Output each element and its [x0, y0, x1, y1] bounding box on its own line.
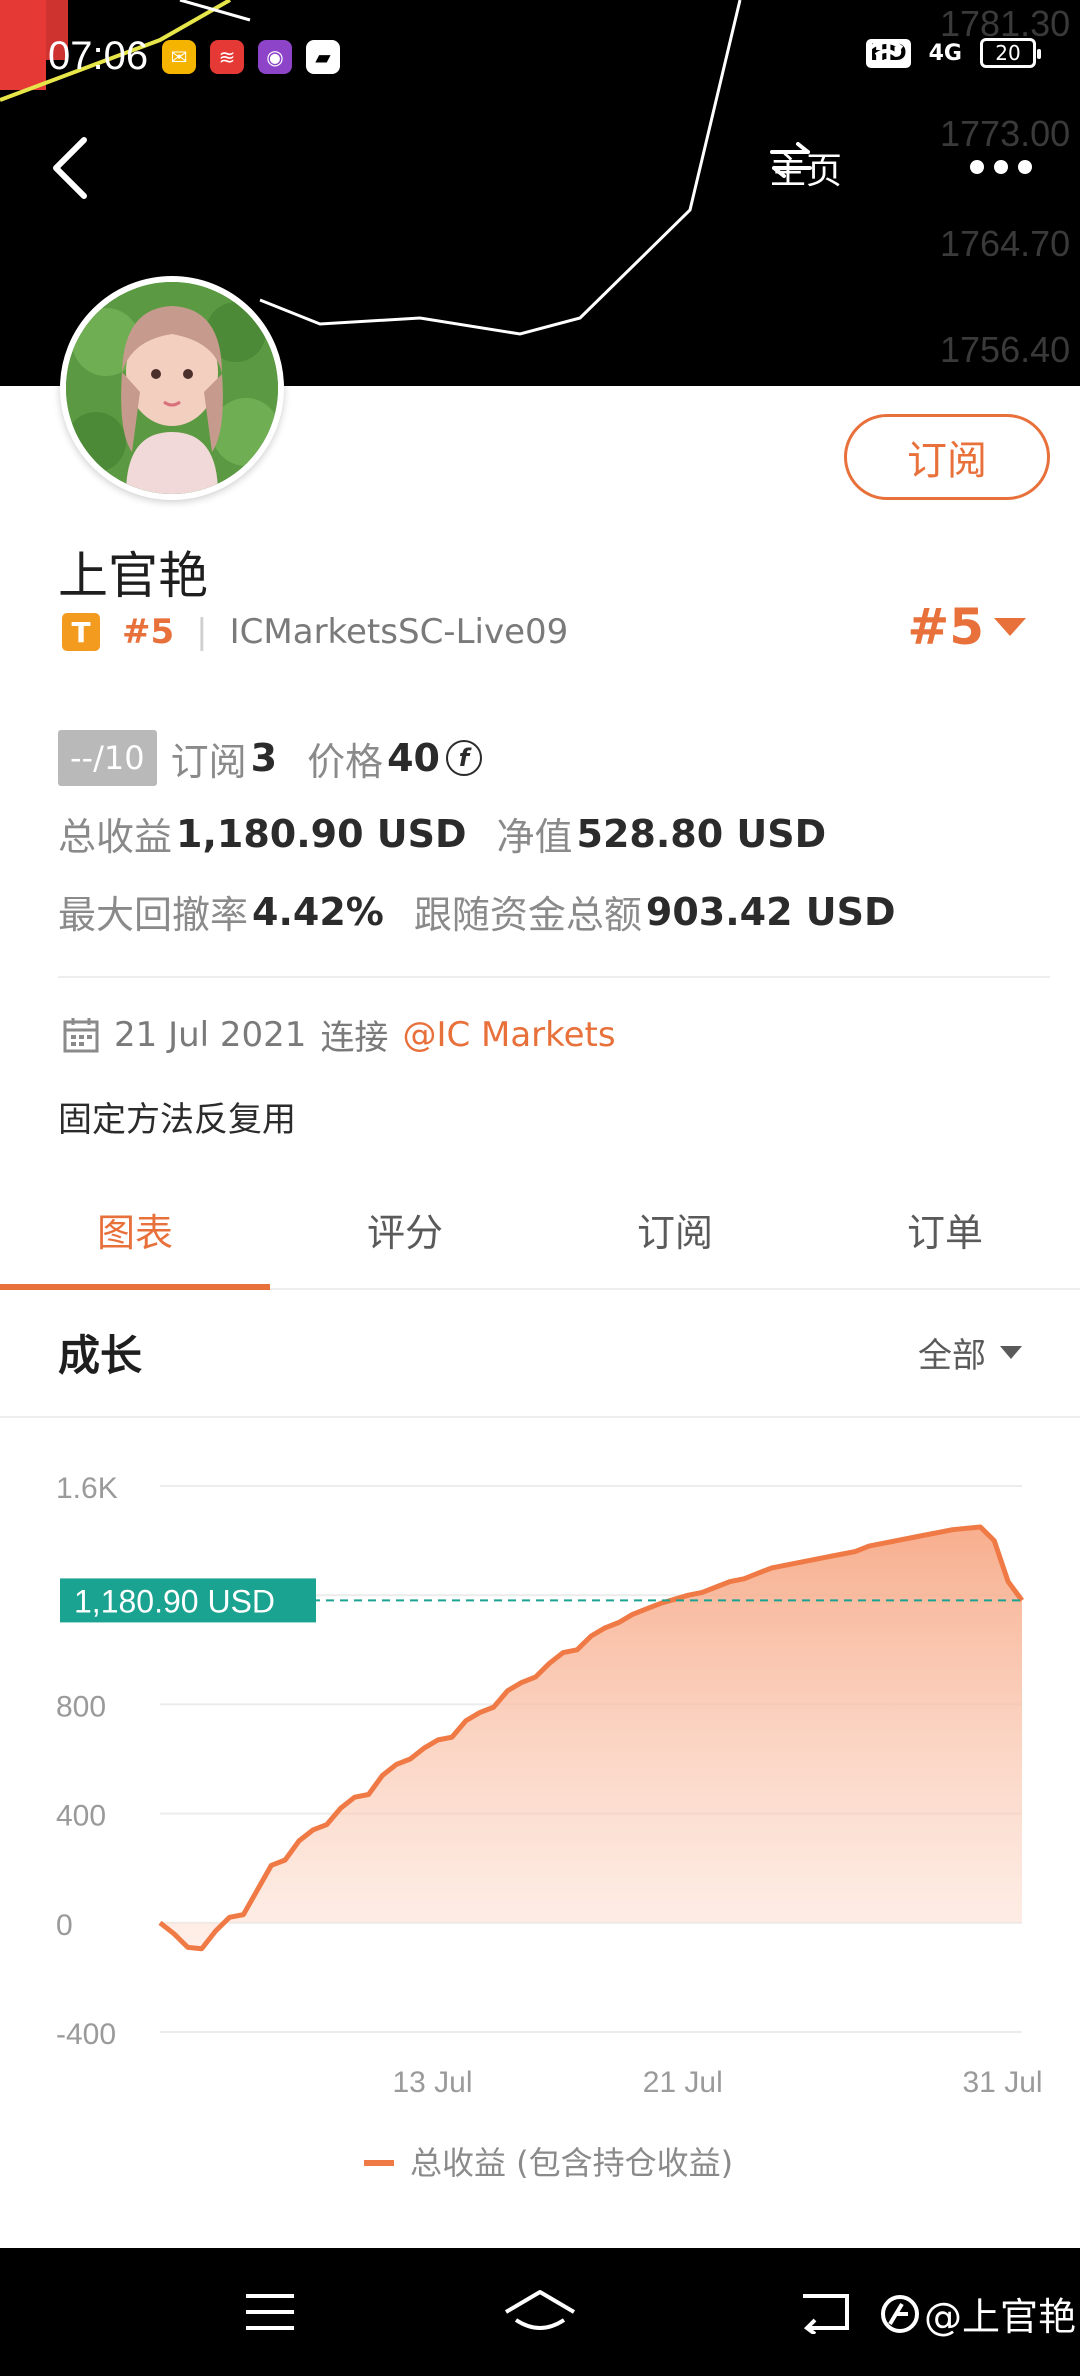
stats-row-3: 最大回撤率 4.42% 跟随资金总额 903.42 USD: [58, 884, 896, 939]
stats-row-1: --/10 订阅 3 价格 40 f: [58, 730, 482, 786]
trader-name: 上官艳: [58, 547, 208, 605]
back-button[interactable]: [48, 136, 100, 200]
caret-down-icon: [994, 618, 1026, 636]
signal-icon: 4G: [928, 40, 962, 66]
connection-info: 21 Jul 2021 连接 @IC Markets: [62, 1010, 616, 1059]
growth-chart[interactable]: 1.6K 800 400 0 -400 13 Jul 21 Jul 31 Jul 1,180.9…: [0, 1420, 1080, 2220]
trader-tag-row: T #5 | ICMarketsSC-Live09: [62, 612, 568, 652]
y-tick-label: 0: [56, 1909, 73, 1942]
dot-icon: [1018, 160, 1032, 174]
net-value-label: 净值: [496, 815, 573, 859]
back-nav-button[interactable]: [790, 2248, 860, 2376]
y-tick-label: 400: [56, 1800, 106, 1833]
y-tick-label: -400: [56, 2018, 116, 2051]
menu-button[interactable]: [230, 2248, 310, 2376]
cover-price-tick: 1764.70: [940, 223, 1070, 264]
avatar-photo: [66, 282, 278, 494]
chat-app-icon: ▰: [306, 40, 340, 74]
weibo-icon: [881, 2294, 919, 2333]
tab-subscription[interactable]: 订阅: [540, 1192, 810, 1288]
coin-icon: f: [445, 740, 482, 776]
net-value-value: 528.80 USD: [576, 811, 827, 856]
x-tick-label: 21 Jul: [643, 2066, 723, 2099]
price-value: 40: [387, 736, 440, 780]
subscribe-button[interactable]: 订阅: [844, 414, 1050, 500]
tab-chart[interactable]: 图表: [0, 1192, 270, 1290]
range-dropdown[interactable]: 全部: [918, 1328, 1022, 1377]
watermark-text: @上官艳: [924, 2295, 1077, 2339]
price-label: 价格: [307, 739, 384, 784]
status-bar: 07:06 ✉ ≋ ◉ ▰ HD 4G 20: [0, 0, 1080, 116]
rank-label: #5: [122, 612, 175, 652]
content-tabs: 图表 评分 订阅 订单: [0, 1192, 1080, 1290]
wifi-icon: [868, 40, 904, 67]
status-time: 07:06: [48, 34, 149, 78]
follow-funds-label: 跟随资金总额: [413, 893, 642, 937]
range-value: 全部: [918, 1336, 986, 1376]
subscriptions-label: 订阅: [170, 739, 247, 784]
back-icon: [803, 2294, 849, 2334]
mail-icon: ✉: [162, 40, 196, 74]
stats-row-2: 总收益 1,180.90 USD 净值 528.80 USD: [58, 806, 826, 861]
home-icon: [504, 2290, 576, 2330]
max-drawdown-value: 4.42%: [252, 889, 384, 934]
chevron-left-icon: [53, 137, 87, 199]
strategy-description: 固定方法反复用: [58, 1100, 296, 1140]
account-server: ICMarketsSC-Live09: [229, 612, 569, 652]
divider: [0, 1416, 1080, 1418]
tab-orders[interactable]: 订单: [810, 1192, 1080, 1288]
broker-link[interactable]: @IC Markets: [402, 1015, 615, 1055]
divider: [58, 976, 1050, 978]
status-notification-icons: ✉ ≋ ◉ ▰: [162, 40, 340, 74]
follow-funds-value: 903.42 USD: [645, 889, 896, 934]
caret-down-icon: [1000, 1346, 1022, 1359]
cover-price-tick: 1773.00: [940, 113, 1070, 154]
news-app-icon: ≋: [210, 40, 244, 74]
rank-value: #5: [907, 598, 984, 656]
calendar-icon: [63, 1017, 99, 1052]
dot-icon: [994, 160, 1008, 174]
home-button[interactable]: 主页: [770, 142, 842, 194]
max-drawdown-label: 最大回撤率: [58, 893, 249, 937]
total-profit-label: 总收益: [58, 815, 173, 859]
subscriptions-value: 3: [250, 736, 278, 780]
connection-date: 21 Jul 2021: [114, 1014, 307, 1055]
menu-icon: [246, 2294, 294, 2330]
podcast-app-icon: ◉: [258, 40, 292, 74]
current-value-label: 1,180.90 USD: [74, 1583, 275, 1619]
total-profit-value: 1,180.90 USD: [176, 811, 467, 856]
trader-type-badge: T: [62, 613, 100, 651]
y-tick-label: 1.6K: [56, 1472, 118, 1505]
connection-word: 连接: [320, 1018, 389, 1058]
home-nav-button[interactable]: [500, 2248, 580, 2376]
battery-icon: 20: [980, 38, 1041, 68]
x-tick-label: 31 Jul: [963, 2066, 1043, 2099]
avatar[interactable]: [60, 276, 284, 500]
cover-price-tick: 1756.40: [940, 329, 1070, 370]
dot-icon: [970, 160, 984, 174]
separator: |: [196, 612, 208, 652]
legend-label: 总收益 (包含持仓收益): [410, 2144, 733, 2182]
swap-icon: [770, 142, 812, 178]
y-tick-label: 800: [56, 1690, 106, 1723]
tab-rating[interactable]: 评分: [270, 1192, 540, 1288]
watermark: @上官艳: [880, 2286, 1076, 2341]
rank-dropdown[interactable]: #5: [907, 598, 1026, 656]
status-right-icons: HD 4G 20: [865, 38, 1041, 68]
more-options-button[interactable]: [970, 160, 1032, 174]
score-badge: --/10: [58, 730, 157, 786]
x-tick-label: 13 Jul: [392, 2066, 472, 2099]
growth-title: 成长: [58, 1331, 143, 1380]
